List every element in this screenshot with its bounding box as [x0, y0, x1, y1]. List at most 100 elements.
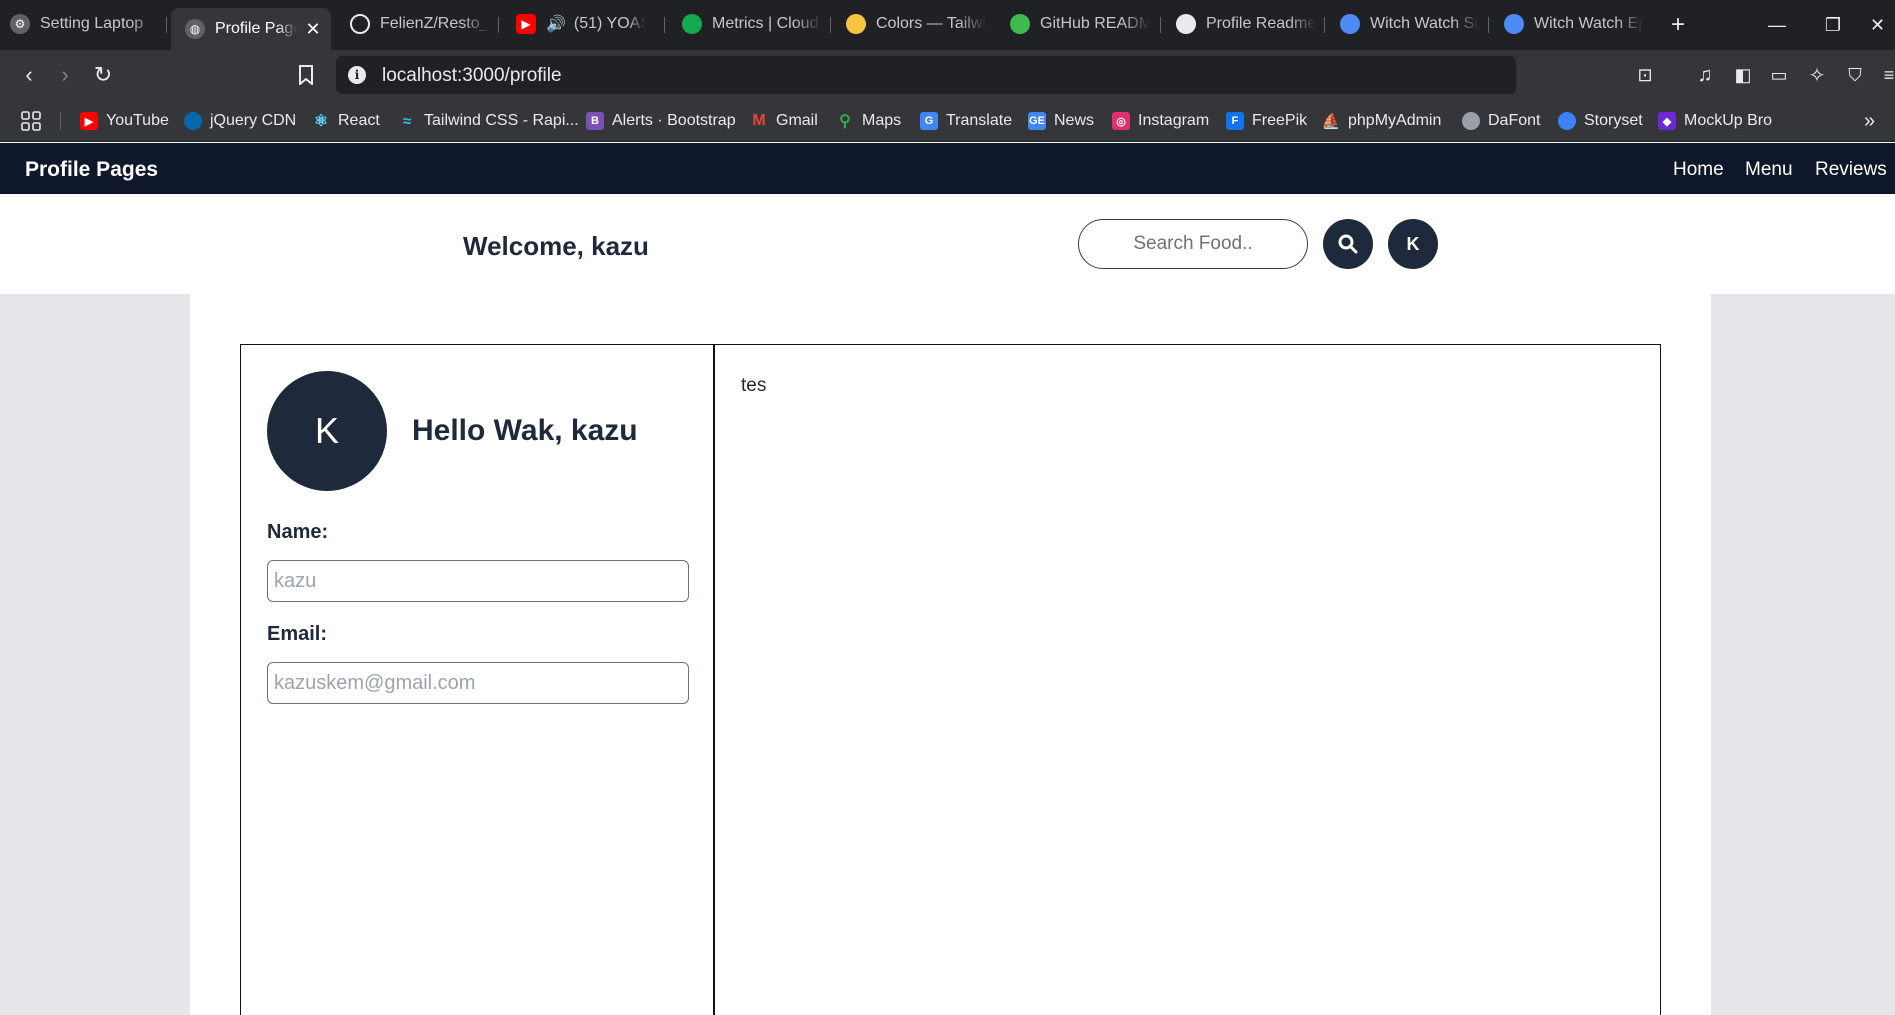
- nav-link-reviews[interactable]: Reviews: [1815, 159, 1887, 181]
- bookmark-label: Instagram: [1138, 112, 1210, 129]
- tab-divider: [1160, 17, 1161, 33]
- bookmarks-bar: ▶ YouTube jQuery CDN ⚛ React ≈ Tailwind CSS…: [0, 100, 1895, 142]
- minimize-button[interactable]: —: [1752, 0, 1802, 50]
- bookmark-label: Gmail: [776, 112, 818, 129]
- gmail-icon: M: [752, 112, 766, 129]
- nav-link-home[interactable]: Home: [1673, 159, 1724, 181]
- search-button[interactable]: [1323, 219, 1373, 269]
- forward-icon[interactable]: ›: [52, 62, 78, 88]
- tab-title: Profile Pages: [215, 20, 297, 37]
- name-field[interactable]: [267, 560, 689, 602]
- bookmark-label: Translate: [946, 112, 1013, 129]
- bookmark-news[interactable]: GE News: [1028, 110, 1094, 132]
- bookmark-label: YouTube: [106, 112, 169, 129]
- storyset-icon: [1558, 112, 1576, 130]
- freepik-icon: F: [1226, 112, 1244, 130]
- bookmark-label: jQuery CDN: [210, 112, 297, 129]
- email-field[interactable]: [267, 662, 689, 704]
- navbar-brand[interactable]: Profile Pages: [25, 158, 158, 182]
- bookmark-bootstrap-alerts[interactable]: B Alerts · Bootstrap: [586, 110, 736, 132]
- menu-icon[interactable]: ≡: [1876, 62, 1895, 88]
- bookmark-maps[interactable]: ⚲ Maps: [836, 110, 901, 132]
- readme-icon: [1010, 14, 1030, 34]
- bookmark-storyset[interactable]: Storyset: [1558, 110, 1643, 132]
- media-icon[interactable]: ♫: [1692, 62, 1718, 88]
- tab-title: Witch Watch Su: [1370, 15, 1480, 32]
- profile-panel: K Hello Wak, kazu Name: Email:: [240, 344, 715, 1015]
- bookmark-youtube[interactable]: ▶ YouTube: [80, 110, 169, 132]
- tab-title: Colors — Tailwind: [876, 15, 986, 32]
- tab-title: Metrics | Cloud: [712, 15, 819, 32]
- sidebar-icon[interactable]: ◧: [1730, 62, 1756, 88]
- speaker-icon[interactable]: 🔊: [546, 14, 566, 34]
- anime-icon: [1504, 14, 1524, 34]
- tailwind-icon: ≈: [402, 112, 412, 130]
- mongodb-icon: [682, 14, 702, 34]
- anime-icon: [1340, 14, 1360, 34]
- apps-icon[interactable]: [20, 110, 42, 132]
- tab-divider: [1488, 17, 1489, 33]
- tab-title: (51) YOASOBI: [573, 15, 646, 32]
- tab-setting-laptop[interactable]: ⚙ Setting Laptop: [10, 6, 160, 42]
- tab-profile-pages[interactable]: ◍ Profile Pages ✕: [171, 8, 331, 50]
- bookmark-label: Alerts · Bootstrap: [612, 112, 736, 129]
- tab-search-icon[interactable]: ⊡: [1632, 62, 1658, 88]
- instagram-icon: ◎: [1112, 112, 1130, 130]
- restore-button[interactable]: ❐: [1808, 0, 1858, 50]
- bookmarks-divider: [60, 112, 61, 130]
- gear-icon: ⚙: [10, 14, 30, 34]
- url-text[interactable]: localhost:3000/profile: [382, 65, 562, 87]
- address-bar[interactable]: i localhost:3000/profile: [336, 56, 1516, 94]
- site-navbar: Profile Pages Home Menu Reviews: [0, 143, 1895, 194]
- profile-avatar: K: [267, 371, 387, 491]
- globe-icon: [1462, 112, 1480, 130]
- tab-divider: [498, 17, 499, 33]
- bookmark-gmail[interactable]: M Gmail: [750, 110, 818, 132]
- bookmark-instagram[interactable]: ◎ Instagram: [1112, 110, 1209, 132]
- bookmark-translate[interactable]: G Translate: [920, 110, 1012, 132]
- bookmark-label: phpMyAdmin: [1348, 112, 1442, 129]
- content-panel: tes: [713, 344, 1661, 1015]
- mockup-icon: ◆: [1658, 112, 1676, 130]
- info-icon[interactable]: i: [348, 66, 366, 84]
- bookmark-label: DaFont: [1488, 112, 1541, 129]
- search-icon: [1338, 234, 1358, 254]
- youtube-icon: ▶: [80, 112, 98, 130]
- tab-youtube-yoasobi[interactable]: ▶ 🔊 (51) YOASOBI: [516, 6, 646, 42]
- nav-link-menu[interactable]: Menu: [1745, 159, 1793, 181]
- user-avatar-button[interactable]: K: [1388, 219, 1438, 269]
- readme-generator-icon: [1176, 14, 1196, 34]
- tab-witch-watch-ep[interactable]: Witch Watch Ep: [1504, 6, 1644, 42]
- bookmark-label: FreePik: [1252, 112, 1308, 129]
- close-tab-icon[interactable]: ✕: [303, 19, 323, 40]
- tab-profile-readme[interactable]: Profile Readme: [1176, 6, 1316, 42]
- content-text: tes: [741, 375, 767, 396]
- browser-tab-strip: ⚙ Setting Laptop ◍ Profile Pages ✕ Felie…: [0, 0, 1895, 50]
- bookmark-jquery[interactable]: jQuery CDN: [184, 110, 296, 132]
- tab-github-resto[interactable]: FelienZ/Resto_A: [350, 6, 490, 42]
- tab-divider: [166, 17, 167, 33]
- tab-github-readme[interactable]: GitHub README: [1010, 6, 1150, 42]
- tab-metrics-cloud[interactable]: Metrics | Cloud: [682, 6, 822, 42]
- new-tab-button[interactable]: +: [1653, 0, 1703, 50]
- youtube-icon: ▶: [516, 14, 536, 34]
- tab-witch-watch-su[interactable]: Witch Watch Su: [1340, 6, 1480, 42]
- wallet-icon[interactable]: ▭: [1766, 62, 1792, 88]
- back-icon[interactable]: ‹: [16, 62, 42, 88]
- close-window-button[interactable]: ✕: [1860, 0, 1895, 50]
- tab-tailwind-colors[interactable]: Colors — Tailwind: [846, 6, 986, 42]
- emoji-icon: [846, 14, 866, 34]
- bookmark-phpmyadmin[interactable]: ⛵ phpMyAdmin: [1322, 110, 1442, 132]
- bookmark-dafont[interactable]: DaFont: [1462, 110, 1540, 132]
- bookmark-freepik[interactable]: F FreePik: [1226, 110, 1307, 132]
- more-bookmarks-icon[interactable]: »: [1864, 110, 1875, 132]
- bookmark-tailwind[interactable]: ≈ Tailwind CSS - Rapi...: [398, 110, 579, 132]
- bookmark-react[interactable]: ⚛ React: [312, 110, 380, 132]
- leo-ai-icon[interactable]: ✧: [1804, 62, 1830, 88]
- reload-icon[interactable]: ↻: [90, 62, 116, 88]
- search-food-input[interactable]: [1078, 219, 1308, 269]
- tab-title: FelienZ/Resto_A: [380, 15, 490, 32]
- vpn-icon[interactable]: ⛉: [1842, 62, 1868, 88]
- bookmark-mockup-bro[interactable]: ◆ MockUp Bro: [1658, 110, 1772, 132]
- bookmark-icon[interactable]: [293, 62, 319, 88]
